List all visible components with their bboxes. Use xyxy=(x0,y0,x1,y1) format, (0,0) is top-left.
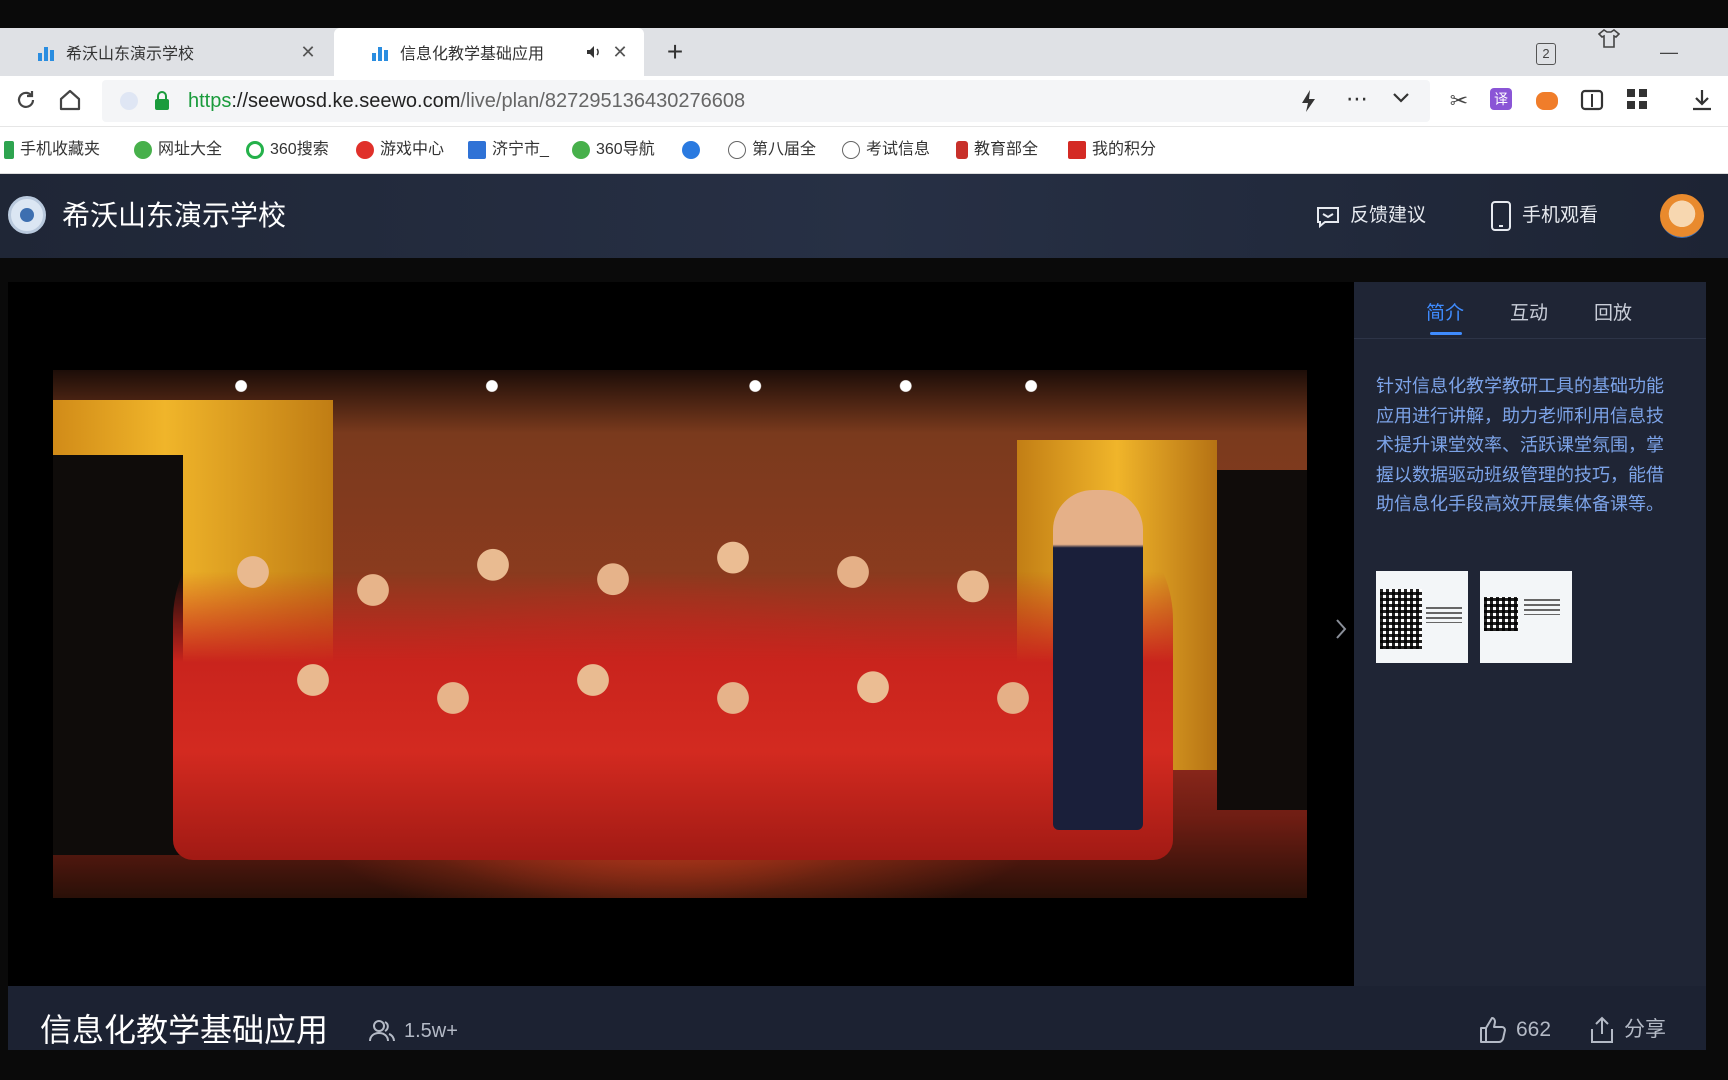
share-label: 分享 xyxy=(1624,1018,1666,1041)
bookmark-moe[interactable]: 教育部全 xyxy=(956,139,1038,161)
bookmark-label: 第八届全 xyxy=(752,141,817,158)
bookmark-exam[interactable]: 考试信息 xyxy=(842,139,930,161)
bookmark-mobile-favorites[interactable]: 手机收藏夹 xyxy=(4,139,100,161)
phone-icon xyxy=(1490,201,1512,231)
shirt-skin-icon[interactable] xyxy=(1598,28,1620,76)
reload-icon[interactable] xyxy=(14,88,40,114)
reader-icon[interactable] xyxy=(1580,88,1606,114)
feedback-icon xyxy=(1314,202,1342,230)
bookmark-sites[interactable]: 网址大全 xyxy=(134,139,222,161)
chevron-down-icon[interactable] xyxy=(1392,92,1410,104)
tab-school[interactable]: 希沃山东演示学校 ✕ xyxy=(0,28,332,76)
bookmark-label: 济宁市_ xyxy=(492,141,549,158)
viewer-count-value: 1.5w+ xyxy=(404,1020,458,1042)
music-icon xyxy=(682,141,700,159)
chevron-right-icon[interactable] xyxy=(1334,618,1348,640)
window-count-icon[interactable]: 2 xyxy=(1536,28,1556,76)
mail-icon xyxy=(468,141,486,159)
tab-interaction[interactable]: 互动 xyxy=(1510,298,1548,325)
url-path: /live/plan/827295136430276608 xyxy=(460,90,746,112)
site-icon xyxy=(134,141,152,159)
more-icon[interactable]: ⋯ xyxy=(1346,86,1368,112)
bookmark-label: 我的积分 xyxy=(1092,141,1157,158)
mobile-watch-label: 手机观看 xyxy=(1522,205,1599,226)
globe-icon xyxy=(728,141,746,159)
qr-code-image[interactable] xyxy=(1376,571,1468,663)
tab-title: 希沃山东演示学校 xyxy=(66,46,195,63)
game-icon[interactable] xyxy=(1536,88,1562,114)
share-icon xyxy=(1588,1015,1616,1045)
speaker-icon[interactable] xyxy=(586,45,602,59)
bookmark-label: 考试信息 xyxy=(866,141,931,158)
like-count: 662 xyxy=(1516,1018,1552,1041)
school-name[interactable]: 希沃山东演示学校 xyxy=(62,196,286,236)
site-icon xyxy=(572,141,590,159)
translate-icon[interactable]: 译 xyxy=(1490,88,1516,114)
phone-icon xyxy=(4,141,14,159)
bookmark-points[interactable]: 我的积分 xyxy=(1068,139,1156,161)
bookmark-label: 网址大全 xyxy=(158,141,223,158)
tab-close-icon[interactable]: ✕ xyxy=(610,42,630,63)
video-title: 信息化教学基础应用 xyxy=(40,1012,329,1048)
points-icon xyxy=(1068,141,1086,159)
tab-title: 信息化教学基础应用 xyxy=(400,46,545,63)
url-host: ://seewosd.ke.seewo.com xyxy=(231,90,461,112)
thumbs-up-icon xyxy=(1478,1015,1508,1045)
tab-replay[interactable]: 回放 xyxy=(1594,298,1632,325)
share-button[interactable]: 分享 xyxy=(1588,1014,1666,1046)
bookmark-label: 360搜索 xyxy=(270,141,329,158)
bookmark-360-search[interactable]: 360搜索 xyxy=(246,139,329,161)
apps-grid-icon[interactable] xyxy=(1626,88,1652,114)
mobile-watch-button[interactable]: 手机观看 xyxy=(1490,198,1598,234)
bookmark-360-nav[interactable]: 360导航 xyxy=(572,139,655,161)
minimize-icon[interactable]: — xyxy=(1660,28,1678,76)
globe-icon xyxy=(842,141,860,159)
home-icon[interactable] xyxy=(58,88,84,114)
search-engine-icon xyxy=(246,141,264,159)
feedback-label: 反馈建议 xyxy=(1350,205,1427,226)
game-center-icon xyxy=(356,141,374,159)
users-icon xyxy=(368,1019,396,1043)
video-frame[interactable] xyxy=(53,370,1307,898)
tab-course[interactable]: 信息化教学基础应用 ✕ xyxy=(334,28,644,76)
bookmark-games[interactable]: 游戏中心 xyxy=(356,139,444,161)
window-count: 2 xyxy=(1536,43,1556,65)
qr-code-image[interactable] xyxy=(1480,571,1572,663)
url-text[interactable]: https://seewosd.ke.seewo.com/live/plan/8… xyxy=(188,76,745,126)
tab-intro[interactable]: 简介 xyxy=(1426,298,1464,325)
scissors-icon[interactable]: ✂ xyxy=(1446,88,1472,114)
emblem-icon xyxy=(956,141,968,159)
feedback-button[interactable]: 反馈建议 xyxy=(1314,198,1426,234)
download-icon[interactable] xyxy=(1690,88,1716,114)
lock-icon xyxy=(154,91,170,111)
bookmark-label: 360导航 xyxy=(596,141,655,158)
browser-tab-strip: 希沃山东演示学校 ✕ 信息化教学基础应用 ✕ xyxy=(0,28,1728,76)
bookmark-label: 手机收藏夹 xyxy=(20,141,101,158)
bookmark-label: 游戏中心 xyxy=(380,141,445,158)
course-intro: 针对信息化教学教研工具的基础功能应用进行讲解，助力老师利用信息技术提升课堂效率、… xyxy=(1376,376,1664,514)
os-top-bar xyxy=(0,0,1728,28)
school-logo-icon[interactable] xyxy=(8,196,46,234)
lightning-icon[interactable] xyxy=(1300,89,1318,113)
bookmark-music[interactable] xyxy=(682,139,706,161)
bookmark-jining[interactable]: 济宁市_ xyxy=(468,139,549,161)
site-shield-icon xyxy=(120,92,138,110)
like-button[interactable]: 662 xyxy=(1478,1014,1551,1046)
tab-close-icon[interactable]: ✕ xyxy=(298,42,318,63)
sidebar-tabs: 简介 互动 回放 xyxy=(1354,282,1706,339)
new-tab-button[interactable]: + xyxy=(660,28,690,76)
bar-chart-favicon-icon xyxy=(38,43,58,61)
url-protocol: https xyxy=(188,90,232,112)
bookmarks-bar: 手机收藏夹 网址大全 360搜索 游戏中心 济宁市_ 360导航 第八届全 考试… xyxy=(0,127,1728,174)
bookmark-label: 教育部全 xyxy=(974,141,1039,158)
avatar[interactable] xyxy=(1660,194,1704,238)
active-tab-indicator xyxy=(1430,332,1462,335)
bar-chart-favicon-icon xyxy=(372,43,392,61)
viewer-count: 1.5w+ xyxy=(368,1016,458,1046)
bookmark-eighth[interactable]: 第八届全 xyxy=(728,139,816,161)
